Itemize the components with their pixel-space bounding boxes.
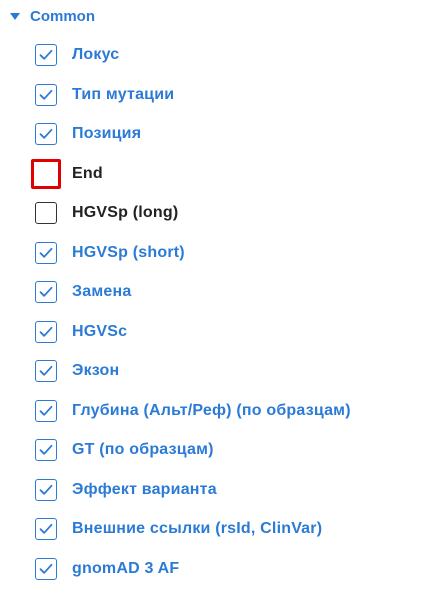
column-option-label: Локус xyxy=(72,46,120,63)
checkbox-checked[interactable] xyxy=(35,518,57,540)
check-icon xyxy=(39,49,53,60)
column-option-label: Глубина (Альт/Реф) (по образцам) xyxy=(72,401,351,419)
check-icon xyxy=(39,365,53,376)
column-checkbox-list: Локус Тип мутации Позиция End HGVSp (long) HG… xyxy=(31,44,351,589)
checkbox-unchecked[interactable] xyxy=(31,158,61,189)
check-icon xyxy=(39,286,53,297)
checkbox-checked[interactable] xyxy=(35,399,57,422)
column-option-label: HGVSp (short) xyxy=(72,243,185,261)
check-icon xyxy=(39,247,53,258)
check-icon xyxy=(39,523,53,534)
column-option-label: Замена xyxy=(72,283,132,300)
check-icon xyxy=(39,326,53,337)
checkbox-checked[interactable] xyxy=(35,478,57,501)
column-option[interactable]: Позиция xyxy=(35,123,351,163)
column-option[interactable]: Тип мутации xyxy=(35,83,351,124)
check-icon xyxy=(39,405,53,416)
group-title: Common xyxy=(30,7,95,25)
column-option[interactable]: Внешние ссылки (rsId, ClinVar) xyxy=(35,518,351,558)
checkbox-checked[interactable] xyxy=(35,557,57,580)
column-option-label: GT (по образцам) xyxy=(72,441,214,458)
column-option-label: End xyxy=(72,164,103,182)
checkbox-unchecked[interactable] xyxy=(35,202,57,224)
checkbox-checked[interactable] xyxy=(35,83,57,106)
column-option[interactable]: End xyxy=(31,158,351,203)
check-icon xyxy=(39,563,53,574)
column-option[interactable]: GT (по образцам) xyxy=(35,439,351,479)
column-option[interactable]: HGVSp (short) xyxy=(35,241,351,282)
checkbox-checked[interactable] xyxy=(35,241,57,264)
check-icon xyxy=(39,484,53,495)
checkbox-checked[interactable] xyxy=(35,123,57,145)
column-option[interactable]: HGVSp (long) xyxy=(35,202,351,242)
column-option[interactable]: Экзон xyxy=(35,360,351,400)
column-option[interactable]: HGVSc xyxy=(35,320,351,361)
checkbox-checked[interactable] xyxy=(35,281,57,303)
column-option-label: Экзон xyxy=(72,362,120,379)
column-option-label: HGVSc xyxy=(72,322,128,340)
column-option-label: Эффект варианта xyxy=(72,480,217,498)
checkbox-checked[interactable] xyxy=(35,439,57,461)
check-icon xyxy=(39,128,53,139)
check-icon xyxy=(39,89,53,100)
column-option[interactable]: gnomAD 3 AF xyxy=(35,557,351,589)
column-option[interactable]: Локус xyxy=(35,44,351,84)
column-option-label: Внешние ссылки (rsId, ClinVar) xyxy=(72,520,323,537)
column-option-label: Позиция xyxy=(72,125,142,142)
check-icon xyxy=(39,444,53,455)
checkbox-checked[interactable] xyxy=(35,320,57,343)
caret-down-icon[interactable] xyxy=(10,12,20,20)
column-option[interactable]: Эффект варианта xyxy=(35,478,351,519)
checkbox-checked[interactable] xyxy=(35,360,57,382)
column-option[interactable]: Замена xyxy=(35,281,351,321)
column-option-label: HGVSp (long) xyxy=(72,204,179,221)
column-option[interactable]: Глубина (Альт/Реф) (по образцам) xyxy=(35,399,351,440)
column-option-label: Тип мутации xyxy=(72,85,175,103)
column-option-label: gnomAD 3 AF xyxy=(72,559,180,577)
checkbox-checked[interactable] xyxy=(35,44,57,66)
group-header-common[interactable]: Common xyxy=(8,5,95,27)
